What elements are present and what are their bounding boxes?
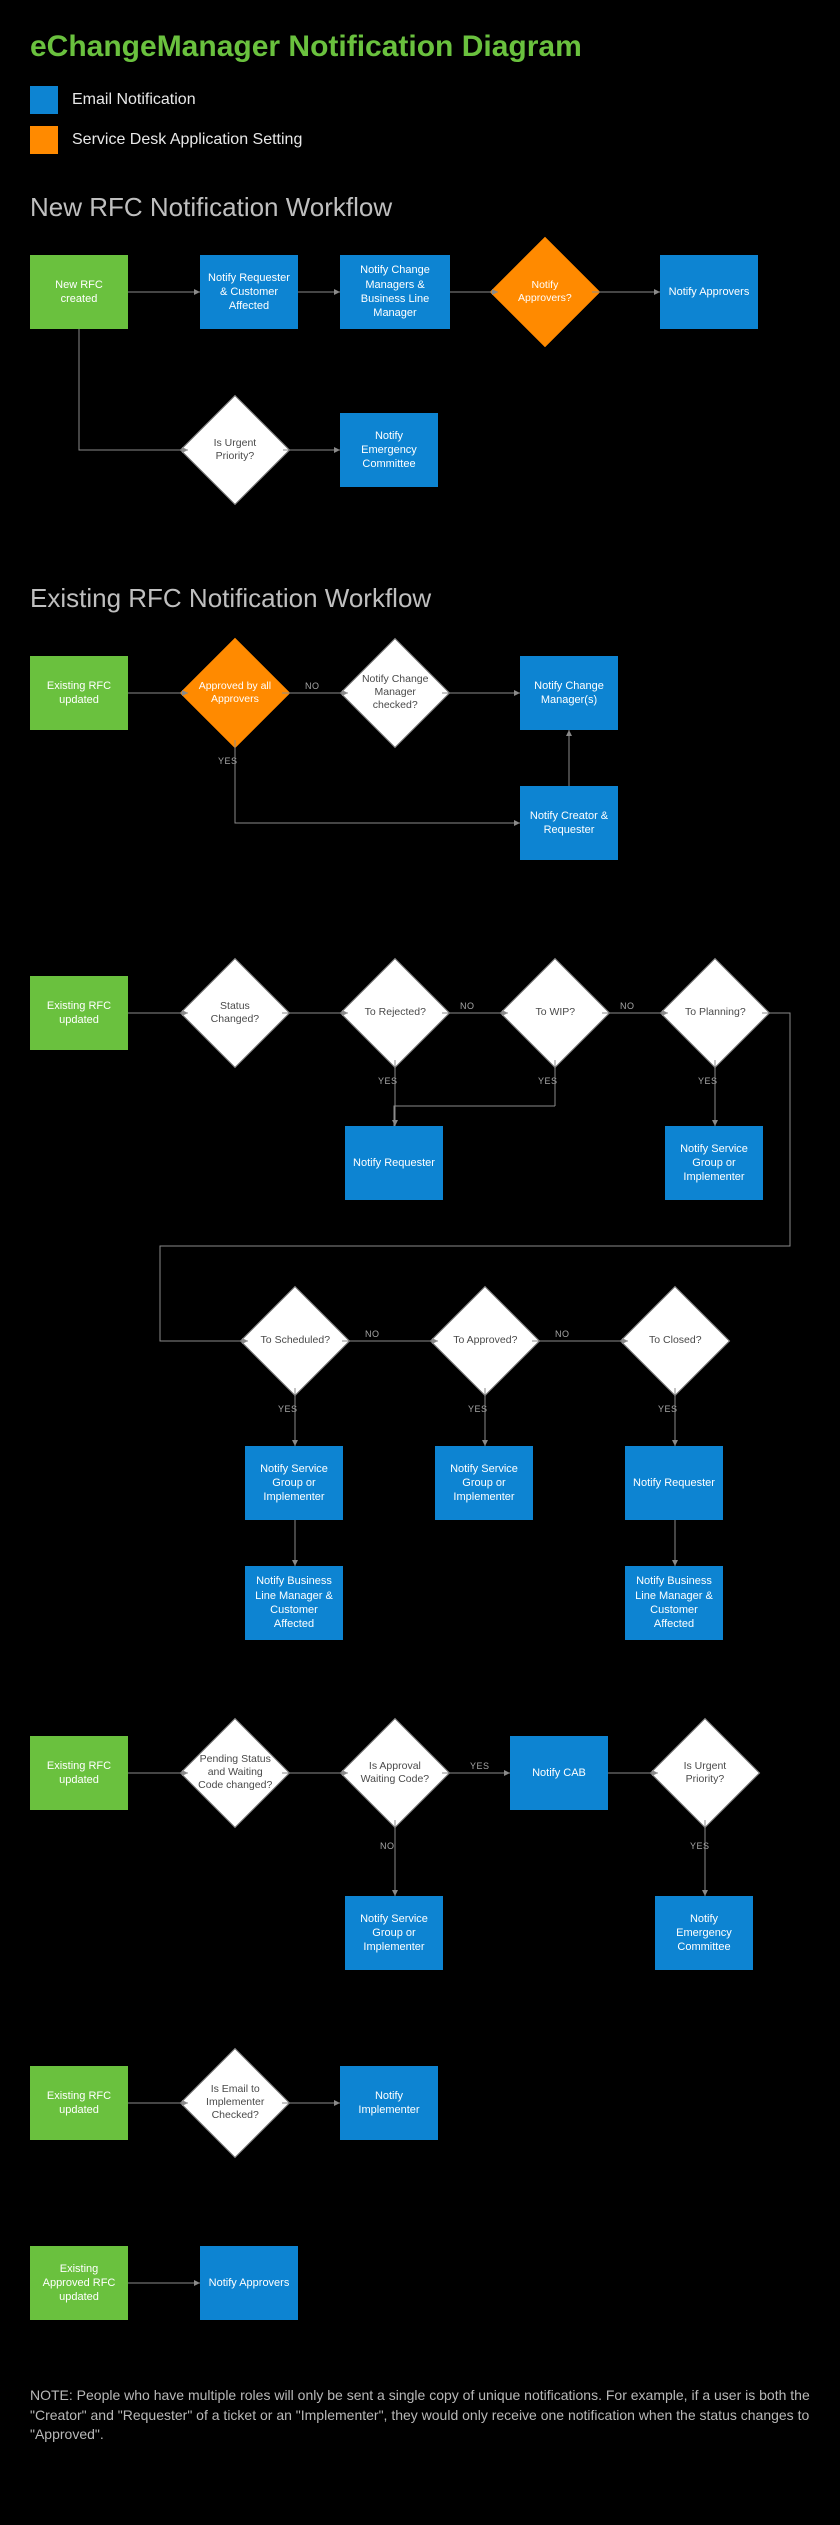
label-no-b2: NO [620,1001,635,1011]
label-yes-b2: YES [538,1076,558,1086]
node-email-impl-checked: Is Email to Implementer Checked? [180,2048,290,2158]
node-notify-approvers-q: Notify Approvers? [490,237,600,347]
swatch-orange-icon [30,126,58,154]
section-new-rfc: New RFC Notification Workflow [30,192,810,223]
label-yes-b3: YES [698,1076,718,1086]
node-pending-changed: Pending Status and Waiting Code changed? [180,1718,290,1828]
node-is-urgent: Is Urgent Priority? [180,395,290,505]
label-yes-b4: YES [278,1404,298,1414]
node-status-changed-label: Status Changed? [197,1000,273,1026]
node-is-approval-code: Is Approval Waiting Code? [340,1718,450,1828]
node-existing-updated-d: Existing RFC updated [30,2066,128,2140]
node-to-planning-label: To Planning? [677,1006,753,1019]
node-to-approved: To Approved? [430,1286,540,1396]
node-is-urgent-c: Is Urgent Priority? [650,1718,760,1828]
node-notify-requester-1: Notify Requester [345,1126,443,1200]
node-email-impl-checked-label: Is Email to Implementer Checked? [197,2083,273,2122]
node-notify-approvers: Notify Approvers [660,255,758,329]
node-notify-emergency-c: Notify Emergency Committee [655,1896,753,1970]
node-to-approved-label: To Approved? [447,1334,523,1347]
node-approved-all: Approved by all Approvers [180,638,290,748]
label-no-b3: NO [365,1329,380,1339]
node-approved-all-label: Approved by all Approvers [197,680,273,706]
node-notify-sg-impl-2: Notify Service Group or Implementer [245,1446,343,1520]
node-to-scheduled-label: To Scheduled? [257,1334,333,1347]
node-notify-blm-cust-1: Notify Business Line Manager & Customer … [245,1566,343,1640]
node-notify-sg-impl-1: Notify Service Group or Implementer [665,1126,763,1200]
label-yes-b6: YES [658,1404,678,1414]
node-notify-sg-impl-3: Notify Service Group or Implementer [435,1446,533,1520]
footnote: NOTE: People who have multiple roles wil… [30,2386,810,2445]
node-notify-approvers-e: Notify Approvers [200,2246,298,2320]
node-notify-cab: Notify CAB [510,1736,608,1810]
legend-email-label: Email Notification [72,91,196,109]
node-pending-changed-label: Pending Status and Waiting Code changed? [197,1753,273,1792]
label-no-b4: NO [555,1329,570,1339]
node-status-changed: Status Changed? [180,958,290,1068]
node-is-approval-code-label: Is Approval Waiting Code? [357,1760,433,1786]
node-to-rejected-label: To Rejected? [357,1006,433,1019]
node-notify-emergency: Notify Emergency Committee [340,413,438,487]
node-existing-updated-c: Existing RFC updated [30,1736,128,1810]
node-to-closed-label: To Closed? [637,1334,713,1347]
node-to-wip: To WIP? [500,958,610,1068]
label-yes-c1: YES [470,1761,490,1771]
label-no-1: NO [305,681,320,691]
node-to-closed: To Closed? [620,1286,730,1396]
node-to-wip-label: To WIP? [517,1006,593,1019]
label-yes-b1: YES [378,1076,398,1086]
label-yes-1: YES [218,756,238,766]
node-existing-updated-a: Existing RFC updated [30,656,128,730]
node-notify-cm-blm: Notify Change Managers & Business Line M… [340,255,450,329]
section-existing-rfc: Existing RFC Notification Workflow [30,583,810,614]
node-notify-cm-checked: Notify Change Manager checked? [340,638,450,748]
node-to-scheduled: To Scheduled? [240,1286,350,1396]
label-yes-b5: YES [468,1404,488,1414]
node-to-planning: To Planning? [660,958,770,1068]
node-existing-updated-b: Existing RFC updated [30,976,128,1050]
page-title: eChangeManager Notification Diagram [30,30,810,64]
node-notify-sg-impl-c: Notify Service Group or Implementer [345,1896,443,1970]
node-existing-approved-updated: Existing Approved RFC updated [30,2246,128,2320]
legend-setting-label: Service Desk Application Setting [72,131,302,149]
legend-email: Email Notification [30,86,810,114]
node-to-rejected: To Rejected? [340,958,450,1068]
legend-setting: Service Desk Application Setting [30,126,810,154]
node-notify-req-cust: Notify Requester & Customer Affected [200,255,298,329]
label-yes-c2: YES [690,1841,710,1851]
label-no-c1: NO [380,1841,395,1851]
node-is-urgent-c-label: Is Urgent Priority? [667,1760,743,1786]
node-notify-cm-checked-label: Notify Change Manager checked? [357,673,433,712]
label-no-b1: NO [460,1001,475,1011]
swatch-blue-icon [30,86,58,114]
node-notify-creator-req: Notify Creator & Requester [520,786,618,860]
node-notify-requester-2: Notify Requester [625,1446,723,1520]
node-new-rfc-created: New RFC created [30,255,128,329]
node-notify-blm-cust-2: Notify Business Line Manager & Customer … [625,1566,723,1640]
node-is-urgent-label: Is Urgent Priority? [197,437,273,463]
node-notify-approvers-q-label: Notify Approvers? [507,279,583,305]
node-notify-impl: Notify Implementer [340,2066,438,2140]
node-notify-cms: Notify Change Manager(s) [520,656,618,730]
